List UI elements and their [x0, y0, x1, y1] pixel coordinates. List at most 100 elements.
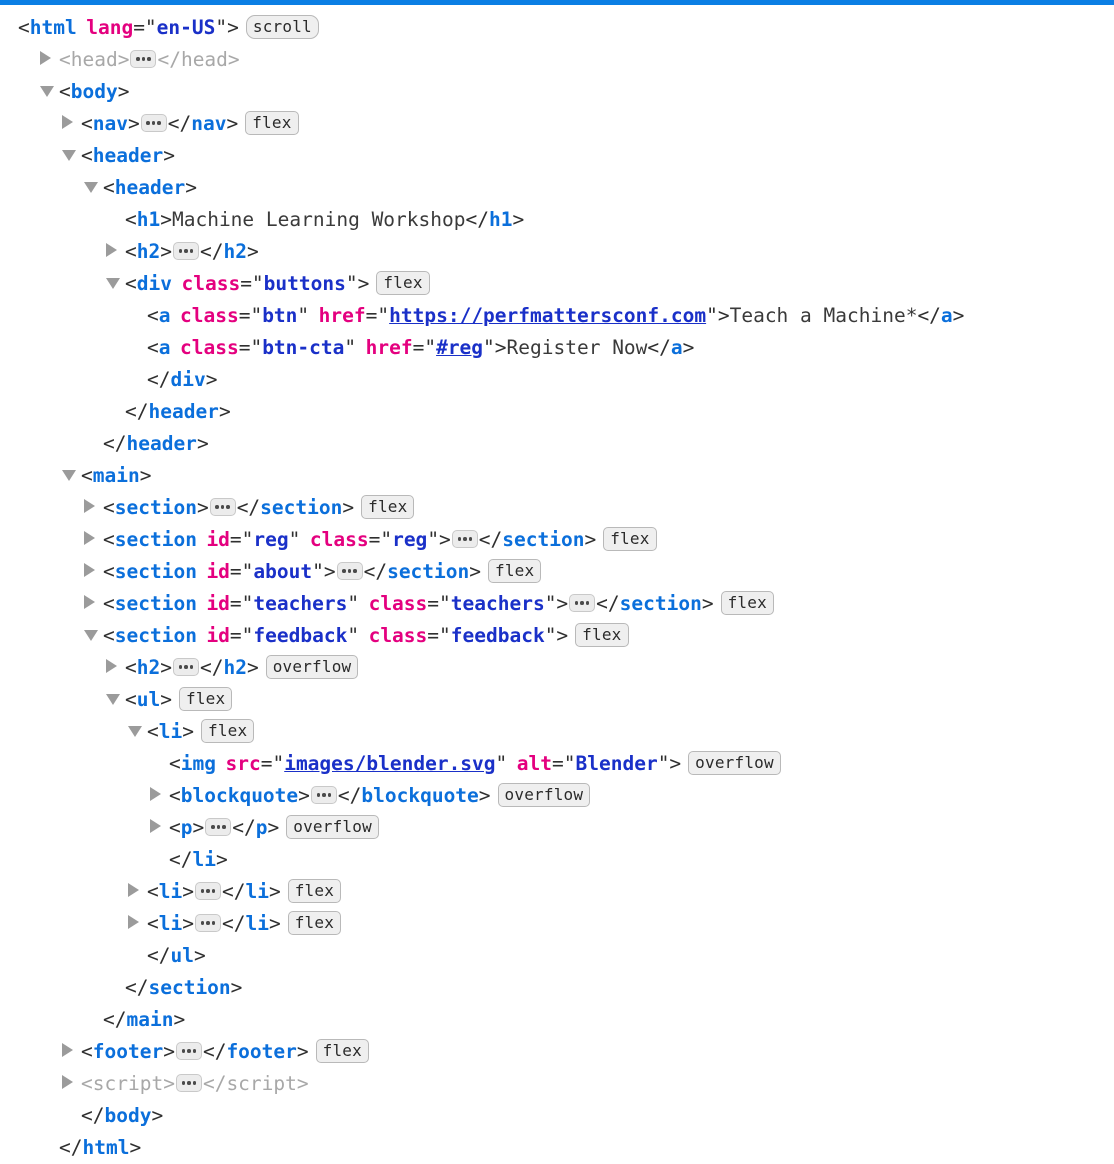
text-content[interactable]: Register Now: [507, 336, 648, 359]
expand-children-ellipsis-button[interactable]: [209, 497, 236, 516]
expand-children-ellipsis-button[interactable]: [130, 49, 157, 68]
tag-name[interactable]: main: [93, 464, 140, 487]
disclosure-triangle-expanded-icon[interactable]: [106, 267, 125, 299]
disclosure-triangle-collapsed-icon[interactable]: [62, 1035, 81, 1067]
disclosure-triangle-collapsed-icon[interactable]: [84, 523, 103, 555]
tag-name[interactable]: header: [148, 400, 218, 423]
dom-node-row[interactable]: <blockquote> </blockquote> overflow: [0, 780, 1114, 812]
dom-node-row[interactable]: <body>: [0, 76, 1114, 108]
attribute-name[interactable]: id: [206, 528, 229, 551]
tag-name[interactable]: h2: [223, 656, 246, 679]
expand-children-ellipsis-button[interactable]: [172, 241, 199, 260]
dom-node-row[interactable]: </main>: [0, 1004, 1114, 1036]
attribute-name[interactable]: href: [319, 304, 366, 327]
attribute-name[interactable]: id: [206, 624, 229, 647]
dom-node-row[interactable]: <div class="buttons"> flex: [0, 268, 1114, 300]
tag-name[interactable]: section: [115, 592, 197, 615]
disclosure-triangle-collapsed-icon[interactable]: [62, 1067, 81, 1099]
text-content[interactable]: Machine Learning Workshop: [172, 208, 466, 231]
tag-name[interactable]: nav: [93, 112, 128, 135]
disclosure-triangle-collapsed-icon[interactable]: [128, 907, 147, 939]
tag-name[interactable]: body: [71, 80, 118, 103]
tag-name[interactable]: li: [245, 880, 268, 903]
dom-node-row[interactable]: <h2> </h2> overflow: [0, 652, 1114, 684]
tag-name[interactable]: section: [387, 560, 469, 583]
attribute-value[interactable]: buttons: [264, 272, 346, 295]
tag-name[interactable]: h2: [223, 240, 246, 263]
dom-node-row[interactable]: <section id="feedback" class="feedback"> fl…: [0, 620, 1114, 652]
attribute-value[interactable]: en-US: [157, 16, 216, 39]
dom-node-row[interactable]: <nav> </nav> flex: [0, 108, 1114, 140]
attribute-name[interactable]: src: [225, 752, 260, 775]
attribute-name[interactable]: class: [369, 624, 428, 647]
layout-badge-overflow[interactable]: overflow: [265, 654, 359, 679]
attribute-value[interactable]: feedback: [451, 624, 545, 647]
tag-name[interactable]: blockquote: [181, 784, 298, 807]
disclosure-triangle-collapsed-icon[interactable]: [84, 587, 103, 619]
expand-children-ellipsis-button[interactable]: [205, 817, 232, 836]
layout-badge-overflow[interactable]: overflow: [497, 782, 591, 807]
dom-node-row[interactable]: </header>: [0, 428, 1114, 460]
attribute-name[interactable]: class: [180, 304, 239, 327]
tag-name[interactable]: a: [159, 336, 171, 359]
dom-node-row[interactable]: <li> flex: [0, 716, 1114, 748]
disclosure-triangle-expanded-icon[interactable]: [84, 619, 103, 651]
attribute-value[interactable]: feedback: [253, 624, 347, 647]
expand-children-ellipsis-button[interactable]: [336, 561, 363, 580]
tag-name[interactable]: head: [181, 48, 228, 71]
dom-node-row[interactable]: </ul>: [0, 940, 1114, 972]
expand-children-ellipsis-button[interactable]: [310, 785, 337, 804]
dom-node-row[interactable]: <main>: [0, 460, 1114, 492]
attribute-name[interactable]: class: [180, 336, 239, 359]
tag-name[interactable]: li: [245, 912, 268, 935]
disclosure-triangle-collapsed-icon[interactable]: [84, 555, 103, 587]
dom-node-row[interactable]: <h1>Machine Learning Workshop</h1>: [0, 204, 1114, 236]
expand-children-ellipsis-button[interactable]: [175, 1073, 202, 1092]
tag-name[interactable]: footer: [226, 1040, 296, 1063]
tag-name[interactable]: section: [502, 528, 584, 551]
text-content[interactable]: Teach a Machine*: [730, 304, 918, 327]
tag-name[interactable]: section: [115, 560, 197, 583]
tag-name[interactable]: section: [115, 624, 197, 647]
expand-children-ellipsis-button[interactable]: [175, 1041, 202, 1060]
disclosure-triangle-expanded-icon[interactable]: [128, 715, 147, 747]
tag-name[interactable]: h1: [137, 208, 160, 231]
attribute-value-link[interactable]: https://perfmattersconf.com: [389, 304, 706, 327]
disclosure-triangle-expanded-icon[interactable]: [62, 139, 81, 171]
disclosure-triangle-collapsed-icon[interactable]: [84, 491, 103, 523]
layout-badge-flex[interactable]: flex: [575, 622, 629, 647]
disclosure-triangle-expanded-icon[interactable]: [40, 75, 59, 107]
attribute-value[interactable]: Blender: [576, 752, 658, 775]
tag-name[interactable]: script: [93, 1072, 163, 1095]
tag-name[interactable]: li: [159, 720, 182, 743]
attribute-name[interactable]: class: [310, 528, 369, 551]
dom-node-row[interactable]: </html>: [0, 1132, 1114, 1164]
layout-badge-flex[interactable]: flex: [315, 1038, 369, 1063]
layout-badge-overflow[interactable]: overflow: [286, 814, 379, 839]
dom-node-row[interactable]: <li> </li> flex: [0, 876, 1114, 908]
tag-name[interactable]: li: [192, 848, 215, 871]
dom-node-row[interactable]: <section id="about"> </section> flex: [0, 556, 1114, 588]
attribute-value[interactable]: btn-cta: [262, 336, 344, 359]
dom-node-row[interactable]: <h2> </h2>: [0, 236, 1114, 268]
attribute-value[interactable]: btn: [262, 304, 297, 327]
layout-badge-flex[interactable]: flex: [361, 494, 415, 519]
layout-badge-scroll[interactable]: scroll: [245, 14, 319, 39]
attribute-value-link[interactable]: images/blender.svg: [284, 752, 495, 775]
dom-node-row[interactable]: <footer> </footer> flex: [0, 1036, 1114, 1068]
disclosure-triangle-expanded-icon[interactable]: [106, 683, 125, 715]
expand-children-ellipsis-button[interactable]: [172, 657, 199, 676]
attribute-value[interactable]: reg: [253, 528, 288, 551]
attribute-name[interactable]: class: [181, 272, 240, 295]
tag-name[interactable]: div: [170, 368, 205, 391]
attribute-name[interactable]: lang: [86, 16, 133, 39]
tag-name[interactable]: p: [256, 816, 268, 839]
dom-node-row[interactable]: <img src="images/blender.svg" alt="Blender…: [0, 748, 1114, 780]
tag-name[interactable]: html: [82, 1136, 129, 1159]
attribute-name[interactable]: href: [366, 336, 413, 359]
tag-name[interactable]: ul: [170, 944, 193, 967]
tag-name[interactable]: a: [671, 336, 683, 359]
disclosure-triangle-collapsed-icon[interactable]: [150, 779, 169, 811]
layout-badge-flex[interactable]: flex: [178, 686, 233, 711]
expand-children-ellipsis-button[interactable]: [569, 593, 596, 612]
